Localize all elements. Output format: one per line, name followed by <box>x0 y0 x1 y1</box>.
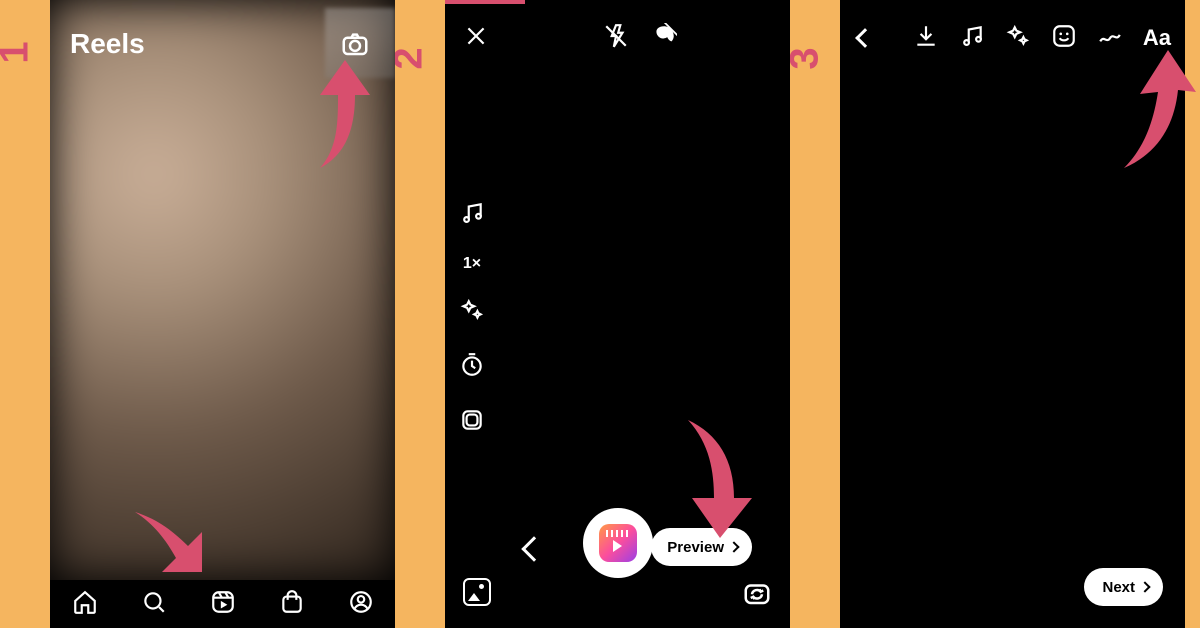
camera-flip-icon <box>742 578 772 608</box>
next-label: Next <box>1102 579 1135 596</box>
shop-icon <box>279 589 305 615</box>
speed-button[interactable]: 1× <box>463 255 481 273</box>
chevron-right-icon <box>728 541 739 552</box>
camera-side-tools: 1× <box>459 200 485 438</box>
camera-flip-button[interactable] <box>742 578 772 608</box>
nav-shop[interactable] <box>279 589 305 620</box>
music-icon <box>959 23 985 49</box>
next-button[interactable]: Next <box>1084 568 1163 606</box>
profile-icon <box>348 589 374 615</box>
reels-icon <box>210 589 236 615</box>
step-label-1: 1 <box>0 41 38 63</box>
download-button[interactable] <box>913 23 939 54</box>
touchup-off-icon <box>651 23 677 49</box>
music-icon <box>459 200 485 226</box>
nav-home[interactable] <box>72 589 98 620</box>
home-icon <box>72 589 98 615</box>
download-icon <box>913 23 939 49</box>
camera-button[interactable] <box>333 22 377 66</box>
preview-label: Preview <box>667 539 724 556</box>
screen-reels-editor: Aa Next <box>840 0 1185 628</box>
sticker-icon <box>1051 23 1077 49</box>
layout-button[interactable] <box>459 407 485 438</box>
undo-clip-button[interactable] <box>521 536 546 561</box>
flash-toggle[interactable] <box>603 23 629 54</box>
close-icon <box>463 23 489 49</box>
effects-button[interactable] <box>1005 23 1031 54</box>
text-button[interactable]: Aa <box>1143 25 1171 51</box>
flash-off-icon <box>603 23 629 49</box>
nav-search[interactable] <box>141 589 167 620</box>
music-button[interactable] <box>959 23 985 54</box>
bottom-nav <box>50 580 395 628</box>
preview-button[interactable]: Preview <box>651 528 752 566</box>
reels-record-icon <box>599 524 637 562</box>
music-button[interactable] <box>459 200 485 231</box>
timer-icon <box>459 352 485 378</box>
draw-icon <box>1097 23 1123 49</box>
screen-reels-camera: 1× Preview <box>445 0 790 628</box>
sticker-button[interactable] <box>1051 23 1077 54</box>
timer-button[interactable] <box>459 352 485 383</box>
chevron-right-icon <box>1139 581 1150 592</box>
sparkle-icon <box>1005 23 1031 49</box>
record-button[interactable] <box>583 508 653 578</box>
reels-title: Reels <box>70 28 145 60</box>
sparkle-icon <box>459 297 485 323</box>
close-button[interactable] <box>463 23 489 54</box>
editor-toolbar: Aa <box>913 23 1171 54</box>
nav-reels[interactable] <box>210 589 236 620</box>
touchup-toggle[interactable] <box>651 23 677 54</box>
effects-button[interactable] <box>459 297 485 328</box>
gallery-button[interactable] <box>463 578 491 606</box>
screen-reels-feed: Reels <box>50 0 395 628</box>
draw-button[interactable] <box>1097 23 1123 54</box>
search-icon <box>141 589 167 615</box>
back-button[interactable] <box>855 28 875 48</box>
nav-profile[interactable] <box>348 589 374 620</box>
layout-icon <box>459 407 485 433</box>
reels-video-background <box>50 0 395 580</box>
progress-bar <box>445 0 525 4</box>
camera-icon <box>340 29 370 59</box>
